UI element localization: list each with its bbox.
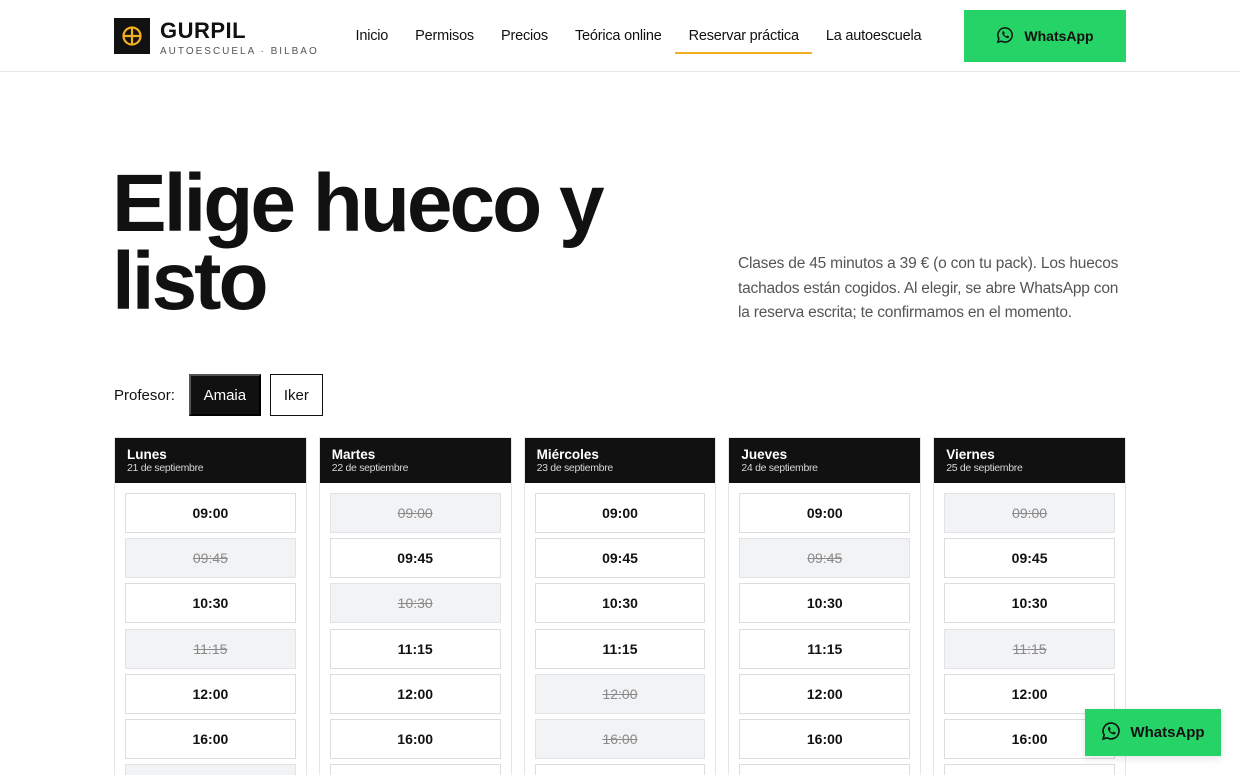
time-slot-list: 09:00 09:45 10:30 11:15 12:00 16:00 [534, 493, 706, 775]
site-header: GURPIL AUTOESCUELA · BILBAO Inicio Permi… [0, 0, 1240, 72]
time-slot[interactable]: 16:00 [125, 718, 296, 759]
teacher-selector: Profesor: Amaia Iker [114, 374, 332, 416]
page-title: Elige hueco y listo [112, 158, 605, 327]
day-header: Martes 22 de septiembre [319, 438, 511, 483]
day-name: Martes [331, 447, 376, 462]
time-slot[interactable]: 12:00 [329, 673, 501, 714]
nav-item-teorica-online[interactable]: Teórica online [561, 0, 675, 72]
time-slot[interactable]: 10:30 [534, 583, 706, 624]
day-column: Martes 22 de septiembre 09:00 09:45 10:30 11:… [318, 437, 512, 775]
nav-item-permisos[interactable]: Permisos [402, 0, 488, 72]
day-name: Lunes [127, 447, 167, 462]
time-slot[interactable]: 16:00 [329, 718, 501, 759]
day-name: Miércoles [536, 447, 599, 462]
time-slot[interactable]: 12:00 [125, 673, 296, 714]
time-slot-taken: 10:30 [329, 583, 501, 624]
whatsapp-button[interactable]: WhatsApp [964, 10, 1126, 62]
nav-item-precios[interactable]: Precios [488, 0, 562, 72]
time-slot[interactable]: 11:15 [739, 628, 911, 669]
time-slot-taken: 09:00 [944, 493, 1115, 533]
schedule-grid: Lunes 21 de septiembre 09:00 09:45 10:30 11:1… [114, 437, 1126, 775]
time-slot[interactable]: 12:00 [739, 673, 911, 714]
time-slot[interactable] [329, 764, 501, 775]
floating-whatsapp-button[interactable]: WhatsApp [1085, 709, 1221, 756]
time-slot[interactable]: 12:00 [944, 673, 1115, 714]
whatsapp-button-label: WhatsApp [1024, 28, 1094, 44]
time-slot[interactable]: 09:45 [329, 538, 501, 579]
steering-wheel-icon [114, 18, 150, 54]
time-slot-taken: 11:15 [944, 628, 1115, 669]
time-slot[interactable]: 10:30 [944, 583, 1115, 624]
logo[interactable]: GURPIL AUTOESCUELA · BILBAO [114, 18, 319, 57]
main-nav: Inicio Permisos Precios Teórica online R… [342, 0, 935, 72]
time-slot[interactable]: 09:45 [534, 538, 706, 579]
time-slot[interactable]: 11:15 [534, 628, 706, 669]
day-column: Miércoles 23 de septiembre 09:00 09:45 10:30… [523, 437, 717, 775]
day-header: Jueves 24 de septiembre [729, 438, 921, 483]
day-date: 25 de septiembre [946, 462, 1023, 474]
page-description: Clases de 45 minutos a 39 € (o con tu pa… [738, 255, 1119, 321]
teacher-option-iker[interactable]: Iker [269, 374, 323, 416]
day-header: Miércoles 23 de septiembre [524, 438, 716, 483]
day-date: 24 de septiembre [741, 462, 818, 474]
whatsapp-icon [996, 26, 1024, 47]
time-slot-taken: 09:45 [739, 538, 911, 579]
brand-tagline: AUTOESCUELA · BILBAO [160, 46, 319, 57]
day-name: Jueves [741, 447, 788, 462]
time-slot[interactable]: 09:00 [534, 493, 706, 533]
time-slot[interactable]: 11:15 [329, 628, 501, 669]
day-name: Viernes [946, 447, 995, 462]
whatsapp-icon [1101, 721, 1130, 745]
time-slot[interactable]: 16:00 [739, 718, 911, 759]
day-date: 21 de septiembre [127, 462, 204, 474]
time-slot[interactable] [534, 764, 706, 775]
time-slot-taken: 09:45 [125, 538, 296, 579]
time-slot[interactable]: 10:30 [739, 583, 911, 624]
day-header: Lunes 21 de septiembre [115, 438, 306, 483]
time-slot-list: 09:00 09:45 10:30 11:15 12:00 16:00 [125, 493, 296, 775]
time-slot-taken [125, 764, 296, 775]
time-slot[interactable] [944, 764, 1115, 775]
day-column: Jueves 24 de septiembre 09:00 09:45 10:30 11:… [728, 437, 922, 775]
nav-item-reservar-practica[interactable]: Reservar práctica [675, 0, 813, 72]
time-slot-taken: 16:00 [534, 718, 706, 759]
time-slot[interactable]: 09:00 [125, 493, 296, 533]
time-slot-taken: 11:15 [125, 628, 296, 669]
day-date: 22 de septiembre [331, 462, 409, 474]
time-slot[interactable]: 10:30 [125, 583, 296, 624]
brand-name: GURPIL [160, 18, 247, 43]
day-column: Lunes 21 de septiembre 09:00 09:45 10:30 11:1… [114, 437, 307, 775]
time-slot[interactable]: 09:00 [739, 493, 911, 533]
nav-item-inicio[interactable]: Inicio [342, 0, 402, 72]
time-slot-list: 09:00 09:45 10:30 11:15 12:00 16:00 [739, 493, 911, 775]
nav-item-la-autoescuela[interactable]: La autoescuela [812, 0, 935, 72]
day-date: 23 de septiembre [536, 462, 614, 474]
floating-whatsapp-label: WhatsApp [1130, 724, 1205, 741]
teacher-label: Profesor: [114, 386, 175, 404]
time-slot[interactable] [739, 764, 911, 775]
time-slot-taken: 09:00 [329, 493, 501, 533]
time-slot[interactable]: 09:45 [944, 538, 1115, 579]
time-slot-list: 09:00 09:45 10:30 11:15 12:00 16:00 [329, 493, 501, 775]
day-header: Viernes 25 de septiembre [934, 438, 1125, 483]
teacher-option-amaia[interactable]: Amaia [188, 374, 261, 416]
time-slot-taken: 12:00 [534, 673, 706, 714]
